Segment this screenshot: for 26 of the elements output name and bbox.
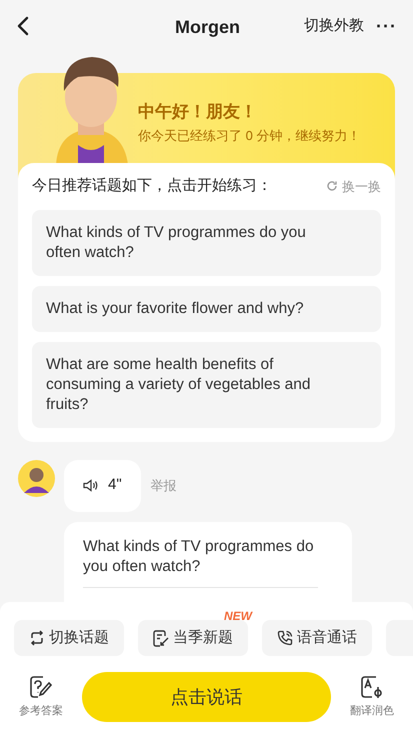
action-chip[interactable]: 当季新题 bbox=[138, 620, 248, 656]
page-title: Morgen bbox=[175, 16, 240, 39]
new-label: NEW bbox=[224, 609, 252, 623]
action-chip[interactable]: 语音通话 bbox=[262, 620, 372, 656]
switch-teacher-button[interactable]: 切换外教 bbox=[304, 14, 364, 38]
avatar-icon bbox=[18, 460, 55, 496]
translate-icon bbox=[360, 674, 384, 699]
greeting-text: 中午好！朋友！ bbox=[138, 101, 258, 123]
action-chip[interactable]: 切换话题 bbox=[14, 620, 124, 656]
topic-item[interactable]: What is your favorite flower and why? bbox=[32, 286, 381, 332]
message-text: What kinds of TV programmes do you often watch? bbox=[83, 536, 315, 576]
topic-item[interactable]: What are some health benefits of consuming a variety of vegetables and fruits? bbox=[32, 342, 381, 428]
answer-hint-icon bbox=[29, 674, 53, 699]
refresh-icon bbox=[326, 180, 338, 192]
document-edit-icon bbox=[153, 630, 169, 646]
reference-answer-button[interactable]: 参考答案 bbox=[16, 674, 66, 720]
speaker-icon bbox=[83, 479, 99, 492]
practice-time-text: 你今天已经练习了 0 分钟，继续努力！ bbox=[138, 126, 360, 144]
translate-polish-button[interactable]: 翻译润色 bbox=[347, 674, 397, 720]
topic-item[interactable]: What kinds of TV programmes do you often watch? bbox=[32, 210, 381, 276]
talk-button[interactable]: 点击说话 bbox=[82, 672, 331, 722]
more-button[interactable]: ··· bbox=[376, 12, 397, 40]
voice-message-bubble[interactable]: 4" bbox=[64, 460, 141, 512]
swap-icon bbox=[29, 630, 45, 646]
topics-heading: 今日推荐话题如下，点击开始练习： bbox=[32, 176, 272, 196]
phone-icon bbox=[277, 630, 293, 646]
